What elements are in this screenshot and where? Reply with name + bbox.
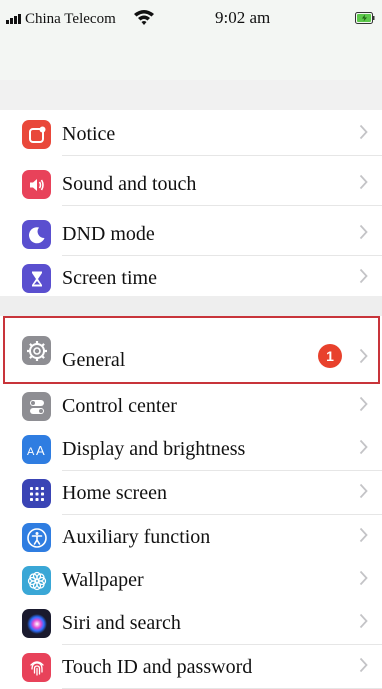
section-gap	[0, 80, 382, 110]
settings-row-label: Control center	[62, 395, 177, 417]
chevron-right-icon	[359, 124, 368, 140]
carrier-name: China Telecom	[25, 11, 116, 27]
hourglass-icon	[22, 264, 51, 293]
settings-row-notice[interactable]: Notice	[0, 112, 382, 156]
settings-row-label: Touch ID and password	[62, 656, 253, 678]
settings-row-wallpaper[interactable]: Wallpaper	[0, 558, 382, 602]
chevron-right-icon	[359, 174, 368, 190]
battery-icon	[355, 12, 375, 24]
accessibility-icon	[22, 523, 51, 552]
toggles-icon	[22, 392, 51, 421]
chevron-right-icon	[359, 224, 368, 240]
row-divider	[62, 205, 382, 206]
settings-row-label: Home screen	[62, 482, 167, 504]
speaker-icon	[22, 170, 51, 199]
siri-icon	[22, 609, 51, 638]
settings-row-home-screen[interactable]: Home screen	[0, 471, 382, 515]
moon-icon	[22, 220, 51, 249]
chevron-right-icon	[359, 613, 368, 629]
settings-row-label: Display and brightness	[62, 438, 246, 460]
svg-text:A: A	[27, 446, 35, 458]
settings-row-label: Auxiliary function	[62, 526, 211, 548]
highlight-box	[3, 316, 380, 384]
settings-row-control-center[interactable]: Control center	[0, 384, 382, 428]
settings-row-touch-id-and-password[interactable]: Touch ID and password	[0, 645, 382, 689]
settings-row-auxiliary-function[interactable]: Auxiliary function	[0, 515, 382, 559]
text-size-icon: AA	[22, 435, 51, 464]
app-grid-icon	[22, 479, 51, 508]
settings-row-dnd-mode[interactable]: DND mode	[0, 212, 382, 256]
status-bar: China Telecom 9:02 am	[0, 0, 382, 80]
settings-row-label: Notice	[62, 123, 116, 145]
clock-time: 9:02 am	[215, 8, 271, 27]
chevron-right-icon	[359, 396, 368, 412]
chevron-right-icon	[359, 570, 368, 586]
notice-icon	[22, 120, 51, 149]
row-divider	[62, 155, 382, 156]
settings-row-label: Screen time	[62, 267, 157, 289]
settings-row-label: DND mode	[62, 223, 155, 245]
chevron-right-icon	[359, 483, 368, 499]
settings-row-sound-and-touch[interactable]: Sound and touch	[0, 162, 382, 206]
chevron-right-icon	[359, 657, 368, 673]
settings-row-screen-time[interactable]: Screen time	[0, 256, 382, 300]
wifi-icon	[134, 10, 154, 25]
chevron-right-icon	[359, 527, 368, 543]
chevron-right-icon	[359, 268, 368, 284]
section-gap	[0, 296, 382, 316]
chevron-right-icon	[359, 439, 368, 455]
signal-icon	[6, 14, 21, 24]
fingerprint-icon	[22, 653, 51, 682]
settings-row-display-and-brightness[interactable]: A A Display and brightness	[0, 427, 382, 471]
settings-row-label: Siri and search	[62, 612, 181, 634]
settings-row-siri-and-search[interactable]: Siri and search	[0, 601, 382, 645]
svg-text:A: A	[36, 443, 45, 458]
flower-icon	[22, 566, 51, 595]
settings-row-label: Wallpaper	[62, 569, 144, 591]
settings-row-label: Sound and touch	[62, 173, 197, 195]
